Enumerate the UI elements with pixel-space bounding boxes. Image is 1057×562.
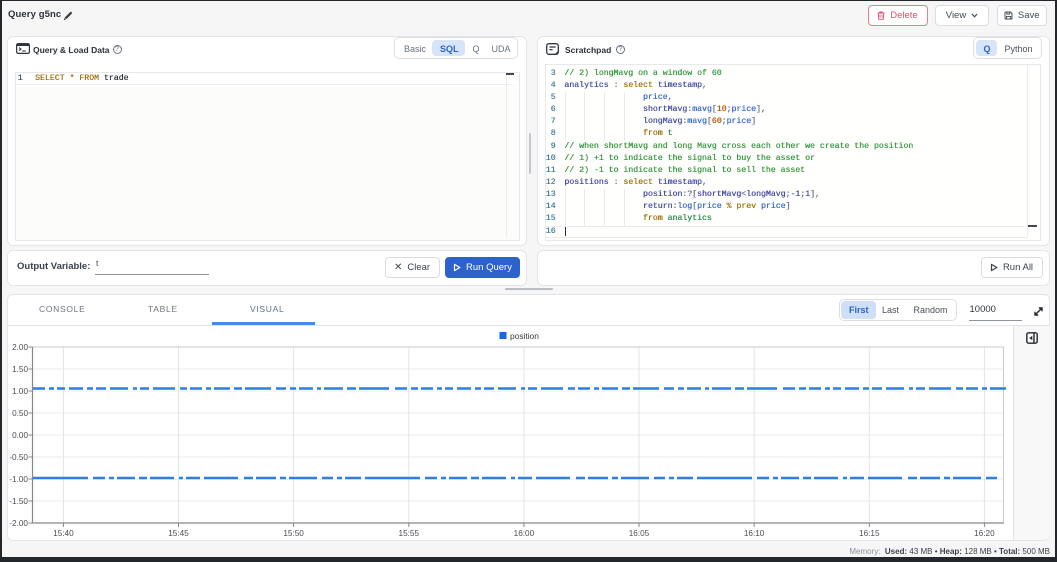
svg-text:2.00: 2.00 (12, 343, 28, 352)
svg-text:15:40: 15:40 (53, 529, 74, 538)
svg-text:15:50: 15:50 (283, 529, 304, 538)
svg-text:16:20: 16:20 (974, 529, 995, 538)
svg-text:-1.00: -1.00 (9, 475, 28, 484)
svg-text:16:10: 16:10 (744, 529, 765, 538)
svg-text:16:05: 16:05 (629, 529, 650, 538)
svg-text:1.50: 1.50 (12, 365, 28, 374)
svg-text:-2.00: -2.00 (9, 519, 28, 528)
svg-text:0.00: 0.00 (12, 431, 28, 440)
svg-text:-0.50: -0.50 (9, 453, 28, 462)
svg-text:-1.50: -1.50 (9, 497, 28, 506)
svg-text:0.50: 0.50 (12, 409, 28, 418)
svg-text:16:00: 16:00 (514, 529, 535, 538)
svg-text:15:45: 15:45 (168, 529, 189, 538)
svg-text:15:55: 15:55 (399, 529, 420, 538)
svg-text:1.00: 1.00 (12, 387, 28, 396)
svg-text:position: position (510, 331, 539, 341)
svg-text:16:15: 16:15 (859, 529, 880, 538)
